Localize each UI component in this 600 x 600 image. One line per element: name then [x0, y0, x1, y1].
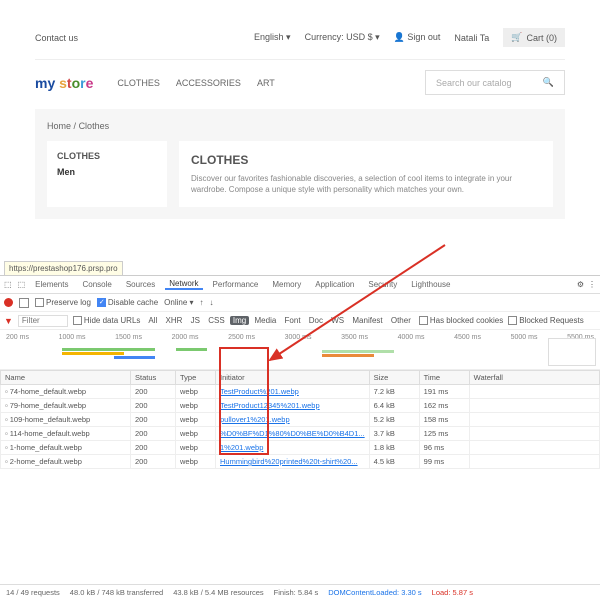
- logo[interactable]: my store: [35, 75, 93, 91]
- devtools-tab-memory[interactable]: Memory: [268, 280, 305, 289]
- filter-media[interactable]: Media: [252, 316, 280, 325]
- preserve-log-checkbox[interactable]: Preserve log: [35, 298, 91, 307]
- col-name[interactable]: Name: [1, 371, 131, 385]
- filter-css[interactable]: CSS: [205, 316, 227, 325]
- devtools-tab-lighthouse[interactable]: Lighthouse: [407, 280, 454, 289]
- throttling-select[interactable]: Online ▾: [164, 298, 193, 307]
- record-icon[interactable]: [4, 298, 13, 307]
- device-icon[interactable]: ⬚: [18, 280, 26, 289]
- timeline-overview: [548, 338, 596, 366]
- network-table: Name Status Type Initiator Size Time Wat…: [0, 370, 600, 469]
- table-row[interactable]: ▫ 114-home_default.webp200webp%D0%BF%D1%…: [1, 427, 600, 441]
- clear-icon[interactable]: [19, 298, 29, 308]
- cart-button[interactable]: 🛒 Cart (0): [503, 28, 565, 47]
- filter-img[interactable]: Img: [230, 316, 249, 325]
- search-input[interactable]: Search our catalog 🔍: [425, 70, 565, 95]
- filter-manifest[interactable]: Manifest: [349, 316, 385, 325]
- devtools-tab-application[interactable]: Application: [311, 280, 358, 289]
- filter-icon[interactable]: ▼: [4, 316, 13, 326]
- col-status[interactable]: Status: [131, 371, 176, 385]
- sidebar: CLOTHES Men: [47, 141, 167, 207]
- table-row[interactable]: ▫ 2-home_default.webp200webpHummingbird%…: [1, 455, 600, 469]
- table-row[interactable]: ▫ 109-home_default.webp200webppullover1%…: [1, 413, 600, 427]
- filter-xhr[interactable]: XHR: [163, 316, 186, 325]
- contact-link[interactable]: Contact us: [35, 33, 78, 43]
- main-content: CLOTHES Discover our favorites fashionab…: [179, 141, 553, 207]
- devtools-tab-sources[interactable]: Sources: [122, 280, 159, 289]
- filter-js[interactable]: JS: [188, 316, 203, 325]
- status-bar: 14 / 49 requests 48.0 kB / 748 kB transf…: [0, 584, 600, 600]
- filter-ws[interactable]: WS: [328, 316, 347, 325]
- col-time[interactable]: Time: [419, 371, 469, 385]
- blocked-cookies-checkbox[interactable]: Has blocked cookies: [419, 316, 503, 325]
- nav-clothes[interactable]: CLOTHES: [117, 78, 160, 88]
- nav-art[interactable]: ART: [257, 78, 275, 88]
- language-selector[interactable]: English ▾: [254, 32, 291, 43]
- download-icon[interactable]: ↓: [210, 298, 214, 307]
- devtools-tab-console[interactable]: Console: [78, 280, 115, 289]
- nav-accessories[interactable]: ACCESSORIES: [176, 78, 241, 88]
- table-row[interactable]: ▫ 79-home_default.webp200webpTestProduct…: [1, 399, 600, 413]
- currency-selector[interactable]: Currency: USD $ ▾: [305, 32, 380, 43]
- settings-icon[interactable]: ⚙: [577, 280, 584, 289]
- devtools-tab-security[interactable]: Security: [364, 280, 401, 289]
- page-title: CLOTHES: [191, 153, 541, 167]
- more-icon[interactable]: ⋮: [588, 280, 596, 289]
- filter-other[interactable]: Other: [388, 316, 414, 325]
- blocked-requests-checkbox[interactable]: Blocked Requests: [508, 316, 583, 325]
- search-icon: 🔍: [543, 77, 554, 88]
- filter-font[interactable]: Font: [282, 316, 304, 325]
- filter-input[interactable]: [18, 315, 68, 327]
- upload-icon[interactable]: ↑: [200, 298, 204, 307]
- devtools-tab-elements[interactable]: Elements: [31, 280, 72, 289]
- url-tooltip: https://prestashop176.prsp.pro: [4, 261, 123, 276]
- breadcrumb: Home / Clothes: [35, 121, 565, 141]
- sidebar-title: CLOTHES: [57, 151, 157, 161]
- devtools-tab-performance[interactable]: Performance: [209, 280, 263, 289]
- inspect-icon[interactable]: ⬚: [4, 280, 12, 289]
- col-size[interactable]: Size: [369, 371, 419, 385]
- username-link[interactable]: Natali Ta: [454, 33, 489, 43]
- filter-all[interactable]: All: [145, 316, 160, 325]
- table-row[interactable]: ▫ 74-home_default.webp200webpTestProduct…: [1, 385, 600, 399]
- devtools-tab-network[interactable]: Network: [165, 279, 202, 290]
- page-desc: Discover our favorites fashionable disco…: [191, 173, 541, 195]
- col-waterfall[interactable]: Waterfall: [469, 371, 599, 385]
- filter-doc[interactable]: Doc: [306, 316, 326, 325]
- disable-cache-checkbox[interactable]: Disable cache: [97, 298, 158, 307]
- col-type[interactable]: Type: [176, 371, 216, 385]
- col-initiator[interactable]: Initiator: [216, 371, 370, 385]
- sidebar-item-men[interactable]: Men: [57, 167, 157, 177]
- timeline[interactable]: 200 ms1000 ms1500 ms2000 ms2500 ms3000 m…: [0, 330, 600, 370]
- signout-link[interactable]: 👤 Sign out: [394, 32, 441, 43]
- devtools-panel: ⬚ ⬚ Elements Console Sources Network Perform…: [0, 275, 600, 600]
- table-row[interactable]: ▫ 1-home_default.webp200webp1%201.webp1.…: [1, 441, 600, 455]
- hide-urls-checkbox[interactable]: Hide data URLs: [73, 316, 140, 325]
